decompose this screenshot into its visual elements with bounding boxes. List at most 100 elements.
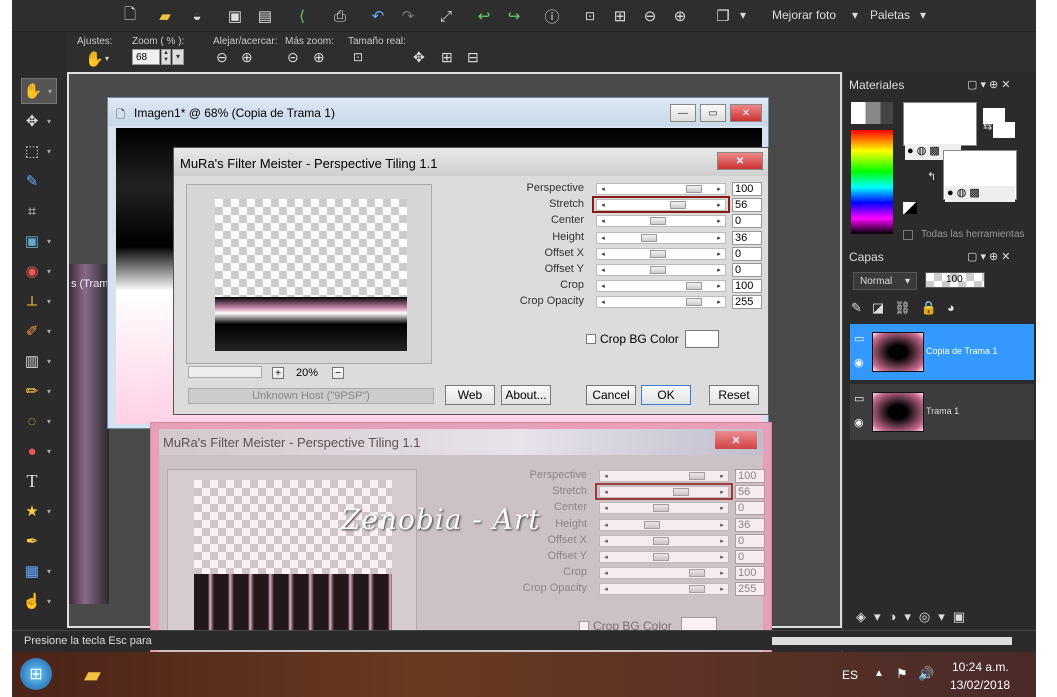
mask-icon[interactable]: ◪ xyxy=(872,300,894,315)
param-value-stretch[interactable]: 56 xyxy=(732,198,762,213)
slider-thumb[interactable] xyxy=(649,266,666,274)
slider-right-arrow-icon[interactable]: ▸ xyxy=(713,216,725,226)
tool-dropper[interactable]: ✎ xyxy=(21,168,57,194)
param-value-offset-x[interactable]: 0 xyxy=(732,246,762,261)
slider-thumb[interactable] xyxy=(685,282,702,291)
fit-image-icon[interactable]: ⊟ xyxy=(467,49,479,66)
filter-close-button[interactable]: ✕ xyxy=(717,152,763,170)
image-maximize-button[interactable]: ▭ xyxy=(700,104,726,122)
param-slider-center[interactable]: ◂ ▸ xyxy=(596,215,726,228)
layer-copy-trama1[interactable]: ▭ ◉ Copia de Trama 1 xyxy=(850,324,1034,380)
menu-palettes-arrow[interactable]: ▾ xyxy=(920,8,926,22)
slider-right-arrow-icon[interactable]: ▸ xyxy=(713,297,725,307)
tool-brush[interactable]: ✒ xyxy=(21,528,57,554)
layer-visibility-icon[interactable]: ▭ xyxy=(854,332,864,345)
param-slider-perspective[interactable]: ◂ ▸ xyxy=(596,183,726,195)
slider-left-arrow-icon[interactable]: ◂ xyxy=(597,184,609,194)
language-indicator[interactable]: ES xyxy=(842,668,858,682)
slider-left-arrow-icon[interactable]: ◂ xyxy=(597,233,609,243)
slider-thumb[interactable] xyxy=(649,249,666,258)
layer-visibility-icon[interactable]: ▭ xyxy=(854,392,864,405)
zoom-input[interactable]: 68 xyxy=(132,49,160,65)
cancel-button[interactable]: Cancel xyxy=(586,385,636,405)
more-zoom-in-icon[interactable]: ⊕ xyxy=(313,49,325,66)
crop-bg-checkbox[interactable] xyxy=(586,334,596,344)
slider-right-arrow-icon[interactable]: ▸ xyxy=(713,184,725,194)
print-icon[interactable]: ⎙ xyxy=(330,6,350,26)
copy-dropdown-arrow[interactable]: ▾ xyxy=(740,8,746,22)
param-slider-offset-x[interactable]: ◂ ▸ xyxy=(596,247,726,260)
save-icon[interactable]: ▣ xyxy=(225,6,245,26)
param-slider-height[interactable]: ◂ ▸ xyxy=(596,231,726,244)
web-button[interactable]: Web xyxy=(445,385,495,405)
param-value-center[interactable]: 0 xyxy=(732,214,762,229)
tray-arrow-icon[interactable]: ▲ xyxy=(874,668,884,679)
lock-icon[interactable]: 🔒 xyxy=(921,300,947,315)
info-icon[interactable]: ⓘ xyxy=(542,6,562,26)
new-layer-icon[interactable]: ✎ xyxy=(851,300,872,315)
color-spectrum[interactable] xyxy=(851,130,893,234)
volume-icon[interactable]: 🔊 xyxy=(918,666,934,682)
explorer-taskbar-icon[interactable]: ▰ xyxy=(84,662,101,688)
zoom-dropdown[interactable]: ▾ xyxy=(172,49,184,65)
tool-paint[interactable]: ✐ ▾ xyxy=(21,318,57,344)
param-value-crop[interactable]: 100 xyxy=(732,279,762,294)
effects-icon[interactable]: ◕ xyxy=(947,300,965,315)
param-slider-crop[interactable]: ◂ ▸ xyxy=(596,280,726,293)
swap-arrow-icon[interactable]: ↰ xyxy=(927,170,936,183)
preset-arrow-icon[interactable]: ▾ xyxy=(105,54,109,63)
all-tools-checkbox[interactable] xyxy=(903,230,913,240)
new-raster-icon[interactable]: ◈▾ xyxy=(856,609,889,624)
actual-size-icon[interactable]: ⊡ xyxy=(580,6,600,26)
new-icon[interactable]: 🗋 xyxy=(120,6,140,26)
param-value-crop-opacity[interactable]: 255 xyxy=(732,295,762,310)
slider-right-arrow-icon[interactable]: ▸ xyxy=(713,249,725,259)
param-slider-offset-y[interactable]: ◂ ▸ xyxy=(596,264,726,276)
param-value-offset-y[interactable]: 0 xyxy=(732,263,762,277)
param-slider-crop-opacity[interactable]: ◂ ▸ xyxy=(596,296,726,309)
slider-right-arrow-icon[interactable]: ▸ xyxy=(713,281,725,291)
preview-zoom-in-button[interactable]: + xyxy=(272,367,284,379)
reset-button[interactable]: Reset xyxy=(709,385,759,405)
zoom-out-small-icon[interactable]: ⊖ xyxy=(216,49,228,66)
tool-straighten[interactable]: ⟂ ▾ xyxy=(21,288,57,314)
param-value-perspective[interactable]: 100 xyxy=(732,182,762,196)
image-close-button[interactable]: ✕ xyxy=(730,104,762,122)
tool-move[interactable]: ✥ ▾ xyxy=(21,108,57,134)
tool-highlighter[interactable]: ✏ ▾ xyxy=(21,378,57,404)
menu-enhance-arrow[interactable]: ▾ xyxy=(852,8,858,22)
zoom-spinner[interactable]: ▲ ▼ xyxy=(161,49,171,65)
fit-window-icon[interactable]: ⊞ xyxy=(441,49,453,66)
tool-mesh[interactable]: ▦ ▾ xyxy=(21,558,57,584)
slider-left-arrow-icon[interactable]: ◂ xyxy=(597,249,609,259)
preview-scrollbar[interactable] xyxy=(188,366,262,378)
layers-options-icon[interactable]: ▢ ▾ ⊕ ✕ xyxy=(967,250,1011,263)
save-as-icon[interactable]: ▤ xyxy=(255,6,275,26)
mask-layer-icon[interactable]: ◎▾ xyxy=(919,609,953,624)
slider-right-arrow-icon[interactable]: ▸ xyxy=(713,265,725,275)
tool-lasso[interactable]: ◌ ▾ xyxy=(21,408,57,434)
pan-icon[interactable]: ✥ xyxy=(413,49,425,66)
color-swatches[interactable] xyxy=(851,102,893,124)
share-icon[interactable]: ⟨ xyxy=(292,6,312,26)
tool-selection[interactable]: ⬚ ▾ xyxy=(21,138,57,164)
image-minimize-button[interactable]: — xyxy=(670,104,696,122)
fit-icon[interactable]: ⊞ xyxy=(610,6,630,26)
slider-left-arrow-icon[interactable]: ◂ xyxy=(597,281,609,291)
crop-bg-color-swatch[interactable] xyxy=(685,330,719,348)
param-value-height[interactable]: 36 xyxy=(732,230,762,245)
layer-trama1[interactable]: ▭ ◉ Trama 1 xyxy=(850,384,1034,440)
undo-icon[interactable]: ↶ xyxy=(368,6,388,26)
more-zoom-out-icon[interactable]: ⊝ xyxy=(287,49,299,66)
opacity-field[interactable]: 100 xyxy=(925,272,985,288)
tool-blur[interactable]: ● ▾ xyxy=(21,438,57,464)
actual-size-small-icon[interactable]: ⊡ xyxy=(353,50,363,64)
slider-thumb[interactable] xyxy=(640,233,657,242)
group-icon[interactable]: ▣ xyxy=(953,609,973,624)
tool-smudge[interactable]: ☝ ▾ xyxy=(21,588,57,614)
clock-time[interactable]: 10:24 a.m. xyxy=(952,660,1009,674)
slider-thumb[interactable] xyxy=(649,217,666,226)
tool-pan[interactable]: ✋ ▾ xyxy=(21,78,57,104)
forward-icon[interactable]: ↪ xyxy=(504,6,524,26)
tool-gradient[interactable]: ▥ ▾ xyxy=(21,348,57,374)
